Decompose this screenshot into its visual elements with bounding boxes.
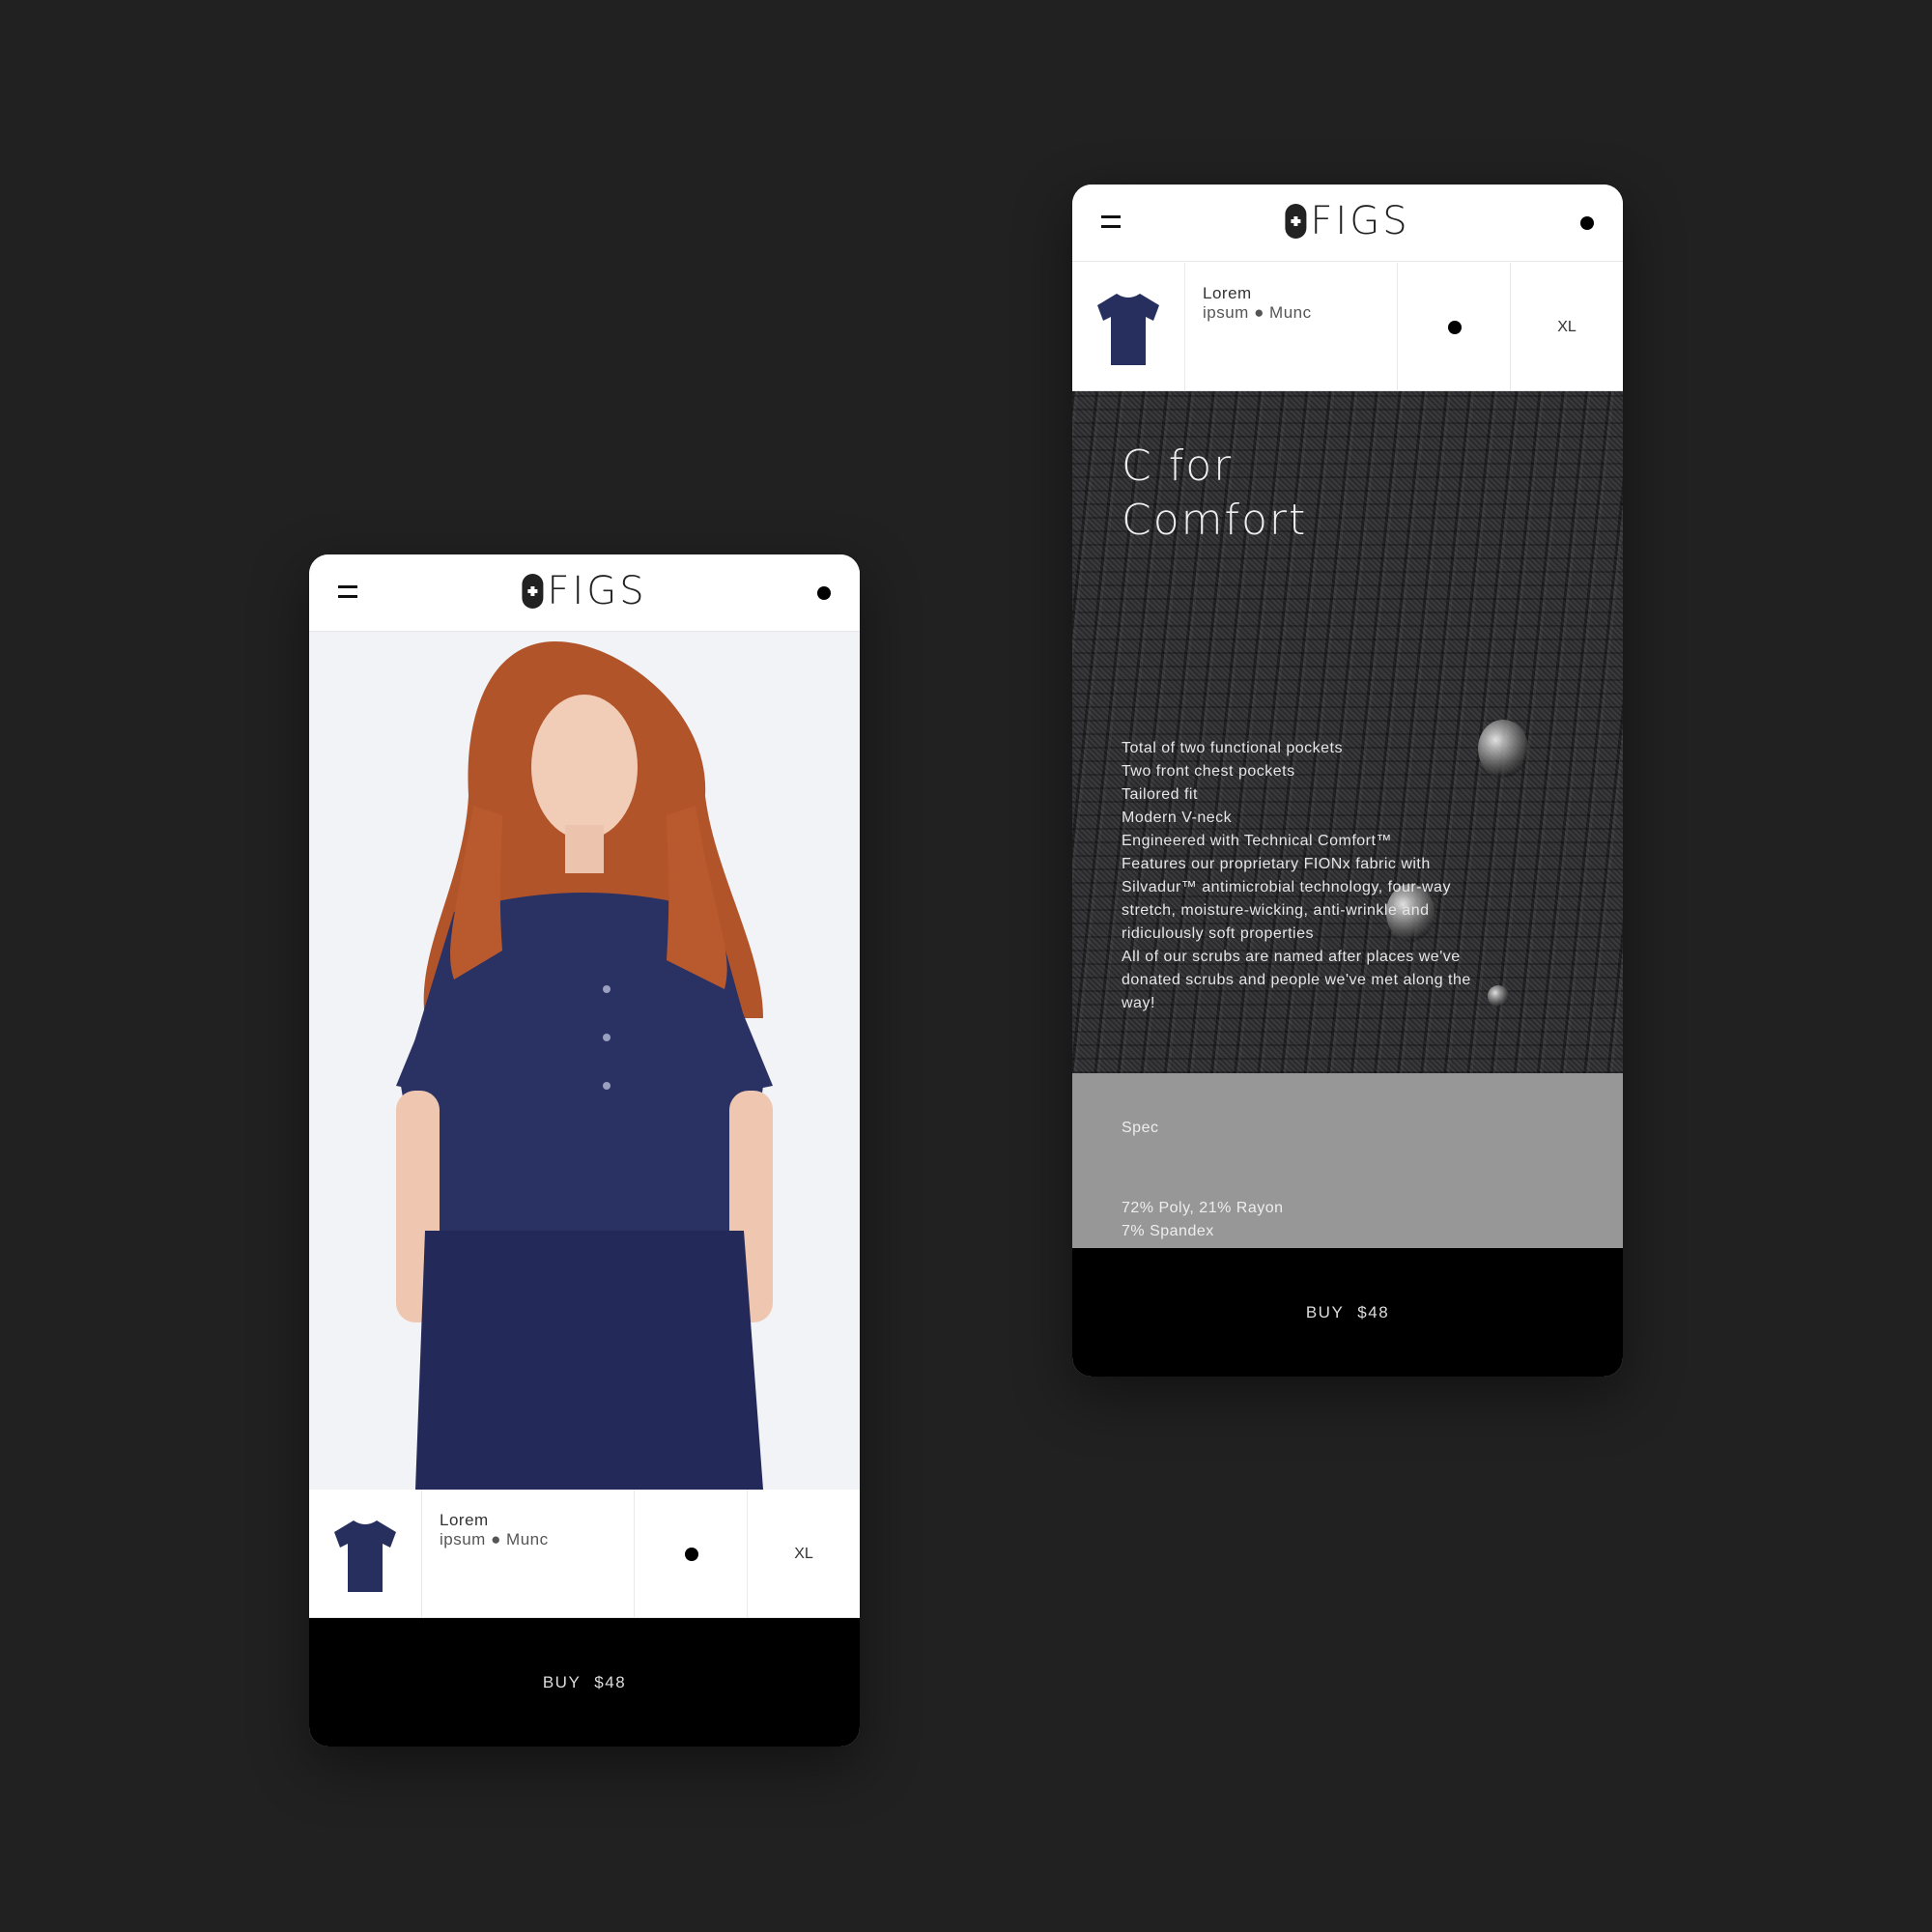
product-meta: ipsum ● Munc [1203, 303, 1312, 322]
feature-item: Features our proprietary FIONx fabric wi… [1122, 856, 1451, 942]
size-value[interactable]: XL [748, 1546, 860, 1563]
product-detail-screen: FIGS Lorem ipsum ● Munc XL C for Comfort… [1072, 185, 1623, 1377]
tshirt-icon [334, 1520, 396, 1592]
figs-cross-logo-icon [522, 574, 544, 609]
detail-headline: C for Comfort [1122, 440, 1307, 548]
feature-item: Total of two functional pockets [1122, 740, 1343, 756]
product-thumbnail[interactable] [309, 1490, 422, 1617]
product-name: Lorem [1203, 284, 1252, 302]
size-value[interactable]: XL [1511, 319, 1623, 336]
product-thumbnail[interactable] [1072, 263, 1185, 390]
product-summary-row: Lorem ipsum ● Munc XL [309, 1490, 860, 1618]
feature-item: Tailored fit [1122, 786, 1198, 803]
hamburger-icon[interactable] [1101, 215, 1121, 229]
feature-item: Engineered with Technical Comfort™ [1122, 833, 1392, 849]
buy-label: BUY [1305, 1302, 1345, 1321]
color-swatch[interactable] [685, 1548, 698, 1561]
figs-logo[interactable]: FIGS [1285, 202, 1409, 241]
account-dot-icon[interactable] [1580, 216, 1594, 230]
product-meta: ipsum ● Munc [440, 1530, 549, 1548]
product-name: Lorem [440, 1511, 489, 1529]
app-header: FIGS [1072, 185, 1623, 262]
feature-list: Total of two functional pockets Two fron… [1122, 737, 1479, 1015]
color-selector[interactable] [635, 1490, 748, 1617]
logo-text: FIGS [1310, 199, 1410, 243]
product-summary-row: Lorem ipsum ● Munc XL [1072, 263, 1623, 391]
figs-cross-logo-icon [1285, 204, 1307, 239]
color-selector[interactable] [1398, 263, 1511, 390]
product-info: Lorem ipsum ● Munc [422, 1490, 635, 1617]
spec-panel: Spec 72% Poly, 21% Rayon 7% Spandex [1072, 1073, 1623, 1248]
figs-logo[interactable]: FIGS [522, 572, 646, 611]
size-selector[interactable]: XL [748, 1490, 860, 1617]
buy-button[interactable]: BUY $48 [309, 1618, 860, 1747]
product-info: Lorem ipsum ● Munc [1185, 263, 1398, 390]
water-droplet [1488, 985, 1509, 1007]
spec-list: 72% Poly, 21% Rayon 7% Spandex [1122, 1197, 1284, 1243]
tshirt-icon [1097, 294, 1159, 365]
size-selector[interactable]: XL [1511, 263, 1623, 390]
feature-item: Modern V-neck [1122, 810, 1233, 826]
hamburger-icon[interactable] [338, 585, 357, 599]
feature-item: All of our scrubs are named after places… [1122, 949, 1471, 1011]
buy-price: $48 [594, 1672, 627, 1691]
product-photo [309, 632, 860, 1490]
product-screen: FIGS Lorem ipsum ● Munc XL BUY $48 [309, 554, 860, 1747]
app-header: FIGS [309, 554, 860, 632]
spec-item: 7% Spandex [1122, 1223, 1214, 1239]
account-dot-icon[interactable] [817, 586, 831, 600]
fabric-texture-panel: C for Comfort Total of two functional po… [1072, 391, 1623, 1073]
headline-line: Comfort [1122, 496, 1308, 545]
spec-item: 72% Poly, 21% Rayon [1122, 1200, 1284, 1216]
buy-button[interactable]: BUY $48 [1072, 1248, 1623, 1377]
logo-text: FIGS [547, 569, 647, 613]
buy-label: BUY [542, 1672, 582, 1691]
spec-title: Spec [1122, 1120, 1159, 1136]
buy-price: $48 [1357, 1302, 1390, 1321]
feature-item: Two front chest pockets [1122, 763, 1295, 780]
water-droplet [1478, 720, 1528, 778]
color-swatch[interactable] [1448, 321, 1462, 334]
headline-line: C for [1122, 441, 1234, 491]
